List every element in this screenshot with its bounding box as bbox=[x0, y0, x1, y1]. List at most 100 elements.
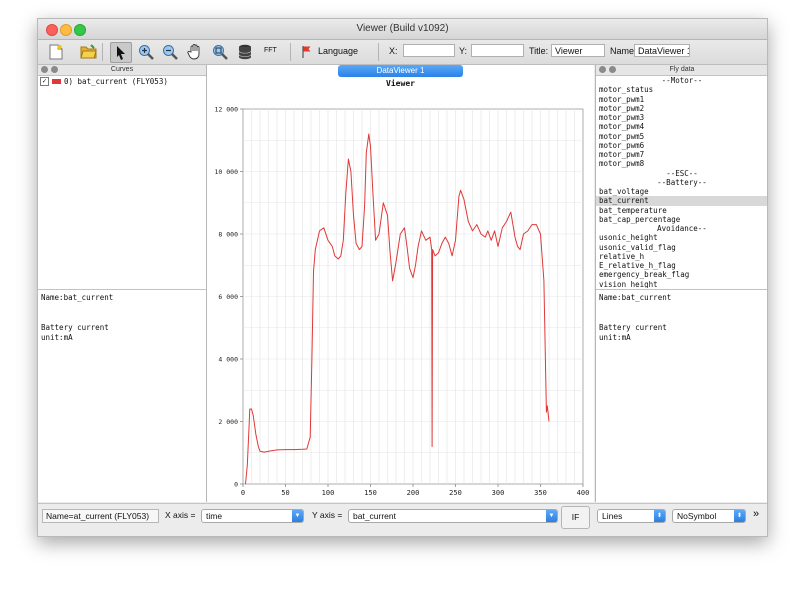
x-tick-label: 150 bbox=[364, 489, 377, 497]
name-label: Name: bbox=[610, 46, 637, 56]
language-button[interactable]: Language bbox=[318, 46, 358, 56]
y-tick-label: 2 000 bbox=[218, 418, 238, 426]
y-tick-label: 8 000 bbox=[218, 231, 238, 239]
fly-data-item[interactable]: bat_temperature bbox=[596, 206, 767, 215]
fly-data-item[interactable]: bat_current bbox=[596, 196, 767, 206]
fft-button[interactable]: FFT bbox=[264, 47, 277, 54]
fly-data-item[interactable]: bat_cap_percentage bbox=[596, 215, 767, 224]
window-title: Viewer (Build v1092) bbox=[356, 23, 449, 34]
fly-description: Name:bat_current Battery current unit:mA bbox=[596, 289, 767, 502]
database-icon[interactable] bbox=[235, 42, 255, 61]
x-tick-label: 250 bbox=[449, 489, 462, 497]
zoom-out-icon[interactable] bbox=[160, 42, 180, 61]
title-label: Title: bbox=[529, 46, 549, 56]
curve-name-value: at_current (FLY053) bbox=[73, 511, 150, 521]
fly-data-item[interactable]: motor_status bbox=[596, 85, 767, 94]
chevron-updown-icon: ⬍ bbox=[734, 510, 745, 522]
fly-data-item[interactable]: relative_h bbox=[596, 252, 767, 261]
x-axis-label: X axis = bbox=[165, 510, 196, 520]
y-axis-value: bat_current bbox=[353, 511, 396, 521]
fly-data-item[interactable]: motor_pwm6 bbox=[596, 141, 767, 150]
pan-hand-icon[interactable] bbox=[185, 42, 205, 61]
y-tick-label: 6 000 bbox=[218, 293, 238, 301]
fly-data-header-label: Fly data bbox=[669, 66, 695, 73]
chevron-updown-icon: ⬍ bbox=[654, 510, 665, 522]
pointer-tool-icon[interactable] bbox=[110, 42, 132, 63]
fly-desc-text: Battery current bbox=[599, 323, 667, 332]
x-input[interactable] bbox=[403, 44, 455, 57]
if-button[interactable]: IF bbox=[561, 506, 590, 529]
flag-icon[interactable] bbox=[300, 42, 314, 61]
x-tick-label: 100 bbox=[322, 489, 335, 497]
y-label: Y: bbox=[459, 46, 468, 56]
legend-label: bat_current (FLY053) bbox=[377, 501, 467, 502]
chevron-down-icon: ▼ bbox=[292, 510, 303, 522]
name-input[interactable]: DataViewer 1 bbox=[634, 44, 690, 57]
fly-data-item[interactable]: motor_pwm1 bbox=[596, 95, 767, 104]
x-tick-label: 400 bbox=[577, 489, 590, 497]
curve-name-field[interactable]: Name=at_current (FLY053) bbox=[42, 509, 159, 523]
fly-desc-name: Name:bat_current bbox=[599, 293, 672, 302]
x-tick-label: 50 bbox=[281, 489, 289, 497]
fly-desc-unit: unit:mA bbox=[599, 333, 631, 342]
fly-data-item[interactable]: usonic_valid_flag bbox=[596, 243, 767, 252]
line-style-value: Lines bbox=[602, 511, 623, 521]
curve-item[interactable]: ✓ 0) bat_current (FLY053) bbox=[40, 76, 168, 86]
fly-data-section: --Motor-- bbox=[661, 76, 703, 85]
y-axis-label: Y axis = bbox=[312, 510, 343, 520]
x-tick-label: 0 bbox=[241, 489, 245, 497]
fly-data-item[interactable]: motor_pwm3 bbox=[596, 113, 767, 122]
fly-data-item[interactable]: motor_pwm5 bbox=[596, 132, 767, 141]
x-axis-value: time bbox=[206, 511, 223, 521]
symbol-value: NoSymbol bbox=[677, 511, 717, 521]
tab-dataviewer-1[interactable]: DataViewer 1 bbox=[338, 65, 463, 77]
new-file-icon[interactable] bbox=[46, 42, 66, 61]
curve-description: Name:bat_current Battery current unit:mA bbox=[38, 289, 206, 502]
fly-data-item[interactable]: vision_height bbox=[596, 280, 767, 289]
fly-data-item[interactable]: E_relative_h_flag bbox=[596, 261, 767, 270]
panel-float-icon[interactable] bbox=[609, 66, 616, 73]
line-chart[interactable]: 0 50 100 150 200 250 300 350 400 0 2 000 4 000 6 000… bbox=[207, 65, 594, 503]
fly-data-item[interactable]: emergency_break_flag bbox=[596, 270, 767, 279]
panel-close-icon[interactable] bbox=[41, 66, 48, 73]
fly-data-list: --Motor-- motor_status motor_pwm1 motor_pwm… bbox=[596, 76, 767, 289]
plot-title: Viewer bbox=[386, 79, 415, 88]
plot-area[interactable]: 0 50 100 150 200 250 300 350 400 0 2 000 4 000 6 000… bbox=[207, 65, 594, 502]
open-folder-icon[interactable] bbox=[78, 42, 98, 61]
toolbar: FFT Language X: Y: Title: Viewer Name: D… bbox=[38, 40, 767, 65]
curve-checkbox[interactable]: ✓ bbox=[40, 76, 49, 86]
curve-color-swatch bbox=[52, 78, 61, 84]
curves-header-label: Curves bbox=[110, 66, 134, 73]
symbol-select[interactable]: NoSymbol ⬍ bbox=[672, 509, 746, 523]
line-style-select[interactable]: Lines ⬍ bbox=[597, 509, 666, 523]
panel-float-icon[interactable] bbox=[51, 66, 58, 73]
fly-data-item[interactable]: motor_pwm4 bbox=[596, 122, 767, 131]
y-axis-select[interactable]: bat_current ▼ bbox=[348, 509, 558, 523]
curve-item-label: 0) bat_current (FLY053) bbox=[64, 76, 168, 86]
fly-data-header: Fly data bbox=[596, 65, 767, 76]
title-input[interactable]: Viewer bbox=[551, 44, 605, 57]
x-label: X: bbox=[389, 46, 398, 56]
more-options-button[interactable]: » bbox=[750, 509, 764, 523]
fly-data-item[interactable]: motor_pwm8 bbox=[596, 159, 767, 168]
fly-data-item[interactable]: motor_pwm7 bbox=[596, 150, 767, 159]
x-tick-label: 350 bbox=[534, 489, 547, 497]
panel-close-icon[interactable] bbox=[599, 66, 606, 73]
fly-data-section: --Battery-- bbox=[657, 177, 707, 187]
zoom-in-icon[interactable] bbox=[136, 42, 156, 61]
chevron-down-icon: ▼ bbox=[546, 510, 557, 522]
curve-desc-text: Battery current bbox=[41, 323, 109, 332]
zoom-fit-icon[interactable] bbox=[210, 42, 230, 61]
fly-data-item[interactable]: bat_voltage bbox=[596, 187, 767, 196]
curve-name-label: Name= bbox=[46, 511, 74, 521]
fly-data-item[interactable]: usonic_height bbox=[596, 233, 767, 242]
fly-data-section: Avoidance-- bbox=[657, 224, 707, 233]
curves-panel: Curves ✓ 0) bat_current (FLY053) Name:ba… bbox=[38, 65, 207, 502]
viewer-window: Viewer (Build v1092) FFT Language X: Y: … bbox=[37, 18, 768, 537]
y-input[interactable] bbox=[471, 44, 524, 57]
y-tick-label: 12 000 bbox=[215, 106, 239, 114]
y-tick-label: 4 000 bbox=[218, 356, 238, 364]
x-axis-select[interactable]: time ▼ bbox=[201, 509, 304, 523]
fly-data-item[interactable]: motor_pwm2 bbox=[596, 104, 767, 113]
title-bar: Viewer (Build v1092) bbox=[38, 19, 767, 40]
